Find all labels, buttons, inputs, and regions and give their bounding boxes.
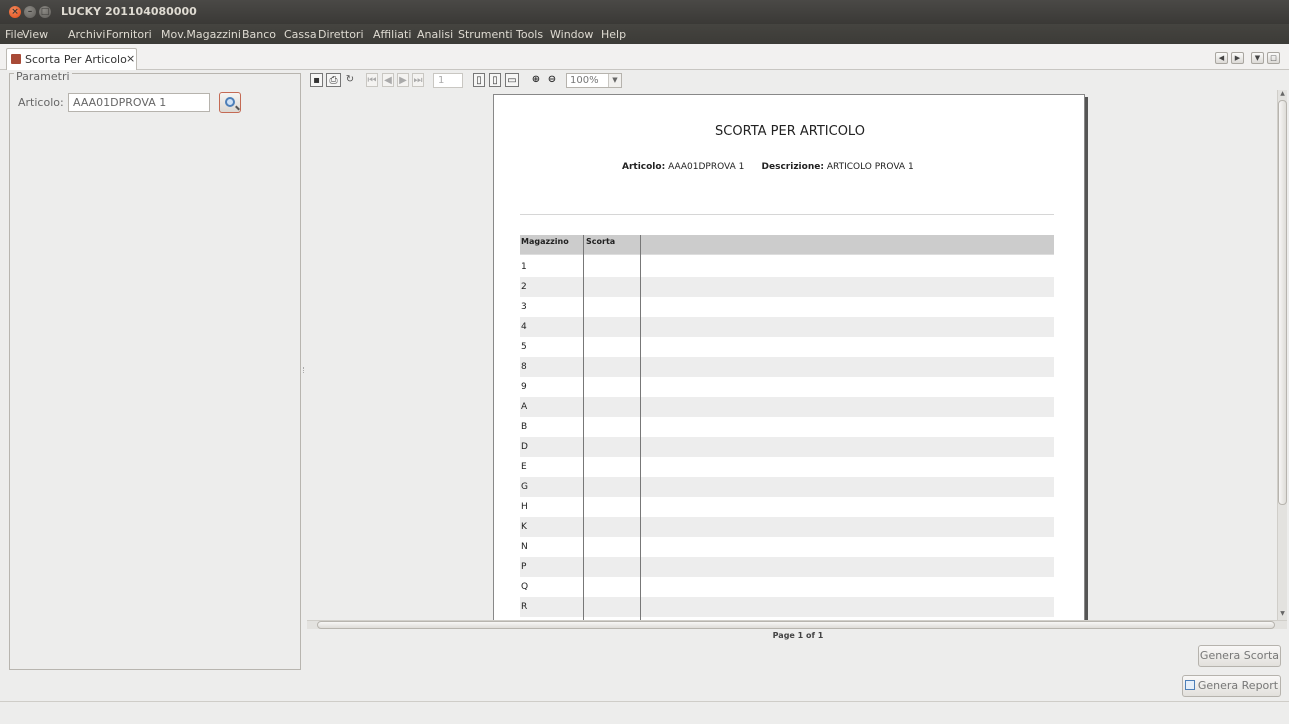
tab-scorta-per-articolo[interactable]: Scorta Per Articolo × (6, 48, 137, 70)
report-viewport[interactable]: SCORTA PER ARTICOLO Articolo: AAA01DPROV… (307, 90, 1277, 620)
zoom-in-icon[interactable]: ⊕ (529, 73, 543, 87)
articolo-input[interactable] (68, 93, 210, 112)
report-icon (11, 54, 21, 64)
save-icon[interactable]: ▪ (310, 73, 323, 87)
report-table-header: Magazzino Scorta (520, 235, 1054, 255)
tab-close-icon[interactable]: × (126, 52, 135, 65)
menu-cassa[interactable]: Cassa (284, 28, 317, 41)
page-indicator: Page 1 of 1 (772, 631, 824, 640)
chevron-down-icon: ▼ (608, 74, 621, 87)
zoom-out-icon[interactable]: ⊖ (545, 73, 559, 87)
col-magazzino: Magazzino (521, 237, 569, 246)
report-title: SCORTA PER ARTICOLO (715, 124, 865, 139)
reload-icon[interactable]: ↻ (344, 73, 356, 87)
tab-scroll-right-button[interactable]: ▶ (1231, 52, 1244, 64)
descrizione-value: ARTICOLO PROVA 1 (826, 162, 914, 172)
horizontal-scroll-thumb[interactable] (317, 621, 1275, 629)
report-divider (520, 214, 1054, 215)
search-icon (225, 97, 235, 107)
table-row: B (521, 422, 528, 432)
tab-label: Scorta Per Articolo (25, 53, 127, 66)
table-row: 1 (521, 262, 527, 272)
table-row: G (520, 477, 1054, 497)
descrizione-key: Descrizione: (761, 162, 824, 172)
parameters-legend: Parametri (14, 70, 72, 83)
table-row: D (520, 437, 1054, 457)
column-divider (583, 235, 584, 620)
actual-size-icon[interactable]: ▯ (473, 73, 485, 87)
menu-banco[interactable]: Banco (242, 28, 276, 41)
tab-maximize-button[interactable]: □ (1267, 52, 1280, 64)
table-row: 4 (520, 317, 1054, 337)
fit-page-icon[interactable]: ▯ (489, 73, 501, 87)
last-page-icon[interactable]: ⏭ (412, 73, 424, 87)
articolo-search-button[interactable] (219, 92, 241, 113)
report-page: SCORTA PER ARTICOLO Articolo: AAA01DPROV… (493, 94, 1085, 620)
table-row: P (520, 557, 1054, 577)
col-scorta: Scorta (586, 237, 616, 246)
horizontal-scrollbar[interactable] (307, 620, 1287, 629)
menu-window[interactable]: Window (550, 28, 593, 41)
next-page-icon[interactable]: ▶ (397, 73, 409, 87)
menu-analisi[interactable]: Analisi (417, 28, 453, 41)
scroll-down-icon[interactable]: ▼ (1278, 610, 1287, 620)
articolo-label: Articolo: (18, 96, 64, 109)
table-row: 3 (521, 302, 527, 312)
menu-direttori[interactable]: Direttori (318, 28, 364, 41)
menu-view[interactable]: View (22, 28, 48, 41)
table-row: 5 (521, 342, 527, 352)
splitter-handle[interactable] (303, 367, 305, 373)
articolo-key: Articolo: (622, 162, 666, 172)
report-preview-icon (1184, 680, 1195, 690)
report-table-body: 1 2 3 4 5 8 9 ABDEGHKNPQR (520, 257, 1054, 617)
column-divider (640, 235, 641, 620)
status-bar (0, 701, 1289, 724)
table-row: Q (521, 582, 529, 592)
tab-strip: Scorta Per Articolo × ◀ ▶ ▼ □ (0, 44, 1289, 70)
table-row: E (521, 462, 527, 472)
menu-fornitori[interactable]: Fornitori (106, 28, 152, 41)
previous-page-icon[interactable]: ◀ (382, 73, 394, 87)
page-number-input[interactable]: 1 (433, 73, 463, 88)
zoom-value: 100% (570, 75, 599, 86)
menu-bar: File View Archivi Fornitori Mov.Magazzin… (0, 24, 1289, 44)
vertical-scroll-thumb[interactable] (1278, 100, 1287, 505)
table-row: 8 (520, 357, 1054, 377)
menu-affiliati[interactable]: Affiliati (373, 28, 411, 41)
table-row: 2 (520, 277, 1054, 297)
menu-mov-magazzini[interactable]: Mov.Magazzini (161, 28, 241, 41)
menu-file[interactable]: File (5, 28, 23, 41)
table-row: K (520, 517, 1054, 537)
title-bar: × – □ LUCKY 201104080000 (0, 0, 1289, 24)
zoom-select[interactable]: 100% ▼ (566, 73, 622, 88)
table-row: H (521, 502, 528, 512)
table-row: A (520, 397, 1054, 417)
menu-tools[interactable]: Tools (516, 28, 543, 41)
menu-help[interactable]: Help (601, 28, 626, 41)
articolo-value: AAA01DPROVA 1 (668, 162, 745, 172)
menu-strumenti[interactable]: Strumenti (458, 28, 513, 41)
first-page-icon[interactable]: ⏮ (366, 73, 378, 87)
minimize-window-button[interactable]: – (24, 6, 36, 18)
print-icon[interactable]: ⎙ (326, 73, 341, 87)
table-row: R (520, 597, 1054, 617)
genera-report-label: Genera Report (1197, 679, 1279, 692)
genera-report-button[interactable]: Genera Report (1182, 675, 1281, 697)
fit-width-icon[interactable]: ▭ (505, 73, 519, 87)
tab-scroll-left-button[interactable]: ◀ (1215, 52, 1228, 64)
vertical-scrollbar[interactable]: ▲ ▼ (1277, 90, 1287, 620)
report-subtitle: Articolo: AAA01DPROVA 1 Descrizione: ART… (622, 162, 914, 172)
report-viewer-toolbar: ▪ ⎙ ↻ ⏮ ◀ ▶ ⏭ 1 ▯ ▯ ▭ ⊕ ⊖ 100% ▼ (307, 70, 1289, 90)
window-title: LUCKY 201104080000 (61, 5, 197, 18)
table-row: 9 (521, 382, 527, 392)
menu-archivi[interactable]: Archivi (68, 28, 105, 41)
maximize-window-button[interactable]: □ (39, 6, 51, 18)
scroll-up-icon[interactable]: ▲ (1278, 90, 1287, 100)
table-row: N (521, 542, 528, 552)
genera-scorta-button[interactable]: Genera Scorta (1198, 645, 1281, 667)
parameters-panel (9, 73, 301, 670)
close-window-button[interactable]: × (9, 6, 21, 18)
tab-list-button[interactable]: ▼ (1251, 52, 1264, 64)
